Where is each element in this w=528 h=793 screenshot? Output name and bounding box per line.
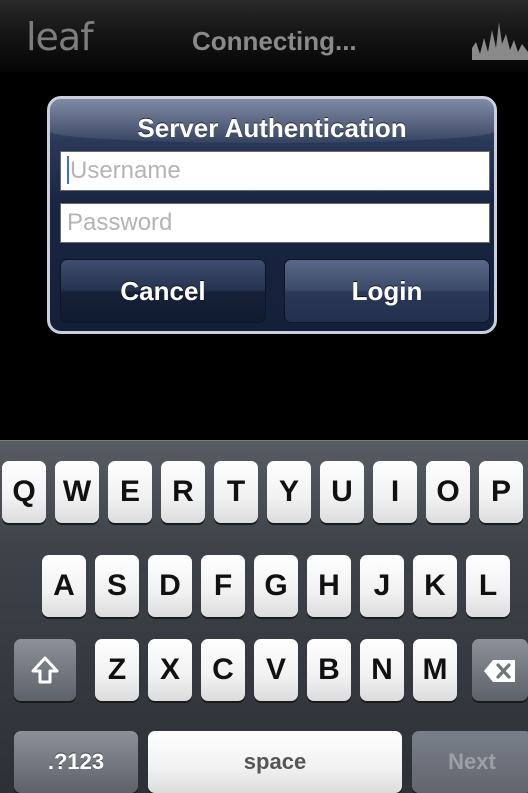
key-h[interactable]: H (307, 555, 351, 617)
key-b[interactable]: B (307, 639, 351, 701)
cancel-button[interactable]: Cancel (60, 259, 266, 323)
key-o[interactable]: O (426, 461, 470, 523)
key-i[interactable]: I (373, 461, 417, 523)
connection-status: Connecting... (192, 26, 357, 56)
key-v[interactable]: V (254, 639, 298, 701)
key-w[interactable]: W (55, 461, 99, 523)
key-d[interactable]: D (148, 555, 192, 617)
password-placeholder: Password (67, 209, 173, 236)
top-bar: leaf Connecting... (0, 0, 528, 72)
key-z[interactable]: Z (95, 639, 139, 701)
shift-arrow-icon (31, 656, 59, 684)
histogram-icon[interactable] (472, 18, 528, 60)
key-c[interactable]: C (201, 639, 245, 701)
key-y[interactable]: Y (267, 461, 311, 523)
key-n[interactable]: N (360, 639, 404, 701)
text-caret (67, 156, 69, 184)
login-button[interactable]: Login (284, 259, 490, 323)
dialog-title: Server Authentication (137, 113, 407, 143)
username-field[interactable]: Username (60, 151, 490, 191)
keyboard: Q W E R T Y U I O P A S D F G H J K L Z … (0, 440, 528, 793)
key-x[interactable]: X (148, 639, 192, 701)
key-t[interactable]: T (214, 461, 258, 523)
delete-icon (484, 660, 515, 682)
key-l[interactable]: L (466, 555, 510, 617)
key-m[interactable]: M (413, 639, 457, 701)
key-f[interactable]: F (201, 555, 245, 617)
key-s[interactable]: S (95, 555, 139, 617)
key-p[interactable]: P (479, 461, 523, 523)
key-q[interactable]: Q (2, 461, 46, 523)
server-authentication-dialog: Server Authentication Username Password … (47, 96, 497, 334)
delete-key[interactable] (472, 639, 528, 701)
app-logo: leaf (26, 15, 94, 59)
screen: leaf Connecting... Server Authentication… (0, 0, 528, 793)
password-field[interactable]: Password (60, 203, 490, 243)
key-k[interactable]: K (413, 555, 457, 617)
numbers-key[interactable]: .?123 (14, 731, 138, 793)
key-g[interactable]: G (254, 555, 298, 617)
space-key[interactable]: space (148, 731, 402, 793)
key-e[interactable]: E (108, 461, 152, 523)
key-u[interactable]: U (320, 461, 364, 523)
key-j[interactable]: J (360, 555, 404, 617)
username-placeholder: Username (70, 157, 181, 184)
next-key[interactable]: Next (412, 731, 528, 793)
key-a[interactable]: A (42, 555, 86, 617)
shift-key[interactable] (14, 639, 76, 701)
key-r[interactable]: R (161, 461, 205, 523)
